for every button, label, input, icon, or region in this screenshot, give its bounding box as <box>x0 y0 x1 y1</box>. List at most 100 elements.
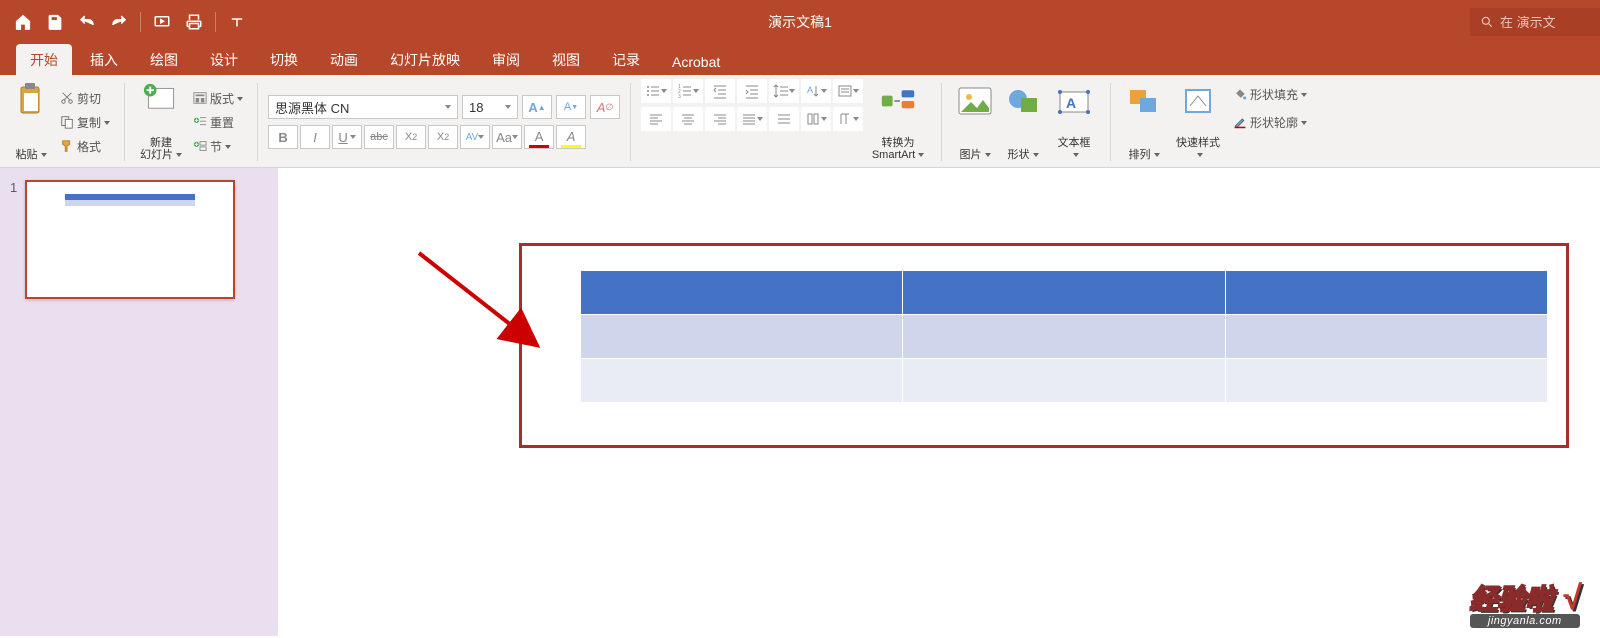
tab-draw[interactable]: 绘图 <box>136 44 192 75</box>
cut-button[interactable]: 剪切 <box>56 87 114 109</box>
shapes-icon <box>1005 81 1041 121</box>
home-icon[interactable] <box>8 7 38 37</box>
save-icon[interactable] <box>40 7 70 37</box>
tab-animation[interactable]: 动画 <box>316 44 372 75</box>
slide-thumbnail-panel[interactable]: 1 <box>0 168 278 636</box>
search-box[interactable]: 在 演示文 <box>1470 8 1600 36</box>
tab-transition[interactable]: 切换 <box>256 44 312 75</box>
slideshow-icon[interactable] <box>147 7 177 37</box>
tab-slideshow[interactable]: 幻灯片放映 <box>376 44 474 75</box>
tab-insert[interactable]: 插入 <box>76 44 132 75</box>
layout-button[interactable]: 版式 <box>189 87 247 109</box>
ribbon: 粘贴 剪切 复制 格式 <box>0 75 1600 168</box>
section-button[interactable]: 节 <box>189 135 247 157</box>
arrange-button[interactable]: 排列 <box>1121 79 1167 163</box>
svg-text:A: A <box>807 85 813 95</box>
document-title: 演示文稿1 <box>768 12 832 32</box>
group-paragraph: 123 A <box>641 79 931 165</box>
italic-button[interactable]: I <box>300 125 330 149</box>
format-painter-button[interactable]: 格式 <box>56 135 114 157</box>
shapes-button[interactable]: 形状 <box>1000 79 1046 163</box>
new-slide-button[interactable]: 新建 幻灯片 <box>135 79 187 163</box>
increase-indent-button[interactable] <box>737 79 767 103</box>
annotation-arrow <box>414 248 554 363</box>
char-spacing-button[interactable]: AV <box>460 125 490 149</box>
copy-icon <box>60 115 74 129</box>
font-name-select[interactable]: 思源黑体 CN <box>268 95 458 119</box>
textbox-button[interactable]: A 文本框 <box>1048 79 1100 163</box>
clear-format-button[interactable]: A∅ <box>590 95 620 119</box>
line-spacing-button[interactable] <box>769 79 799 103</box>
tab-acrobat[interactable]: Acrobat <box>658 48 734 75</box>
convert-smartart-button[interactable]: 转换为 SmartArt <box>865 79 931 163</box>
slide-thumbnail-1[interactable] <box>25 180 235 299</box>
align-right-button[interactable] <box>705 107 735 131</box>
svg-text:A: A <box>1066 95 1076 111</box>
slide-canvas-area[interactable] <box>278 168 1600 636</box>
tab-review[interactable]: 审阅 <box>478 44 534 75</box>
align-center-button[interactable] <box>673 107 703 131</box>
shape-outline-button[interactable]: 形状轮廓 <box>1229 111 1311 133</box>
tab-record[interactable]: 记录 <box>598 44 654 75</box>
align-text-button[interactable] <box>833 79 863 103</box>
thumbnail-number: 1 <box>10 180 17 299</box>
table-row <box>581 359 1548 403</box>
bucket-icon <box>1233 87 1247 101</box>
superscript-button[interactable]: X2 <box>396 125 426 149</box>
redo-icon[interactable] <box>104 7 134 37</box>
search-placeholder: 在 演示文 <box>1500 12 1556 31</box>
text-direction-button[interactable]: A <box>801 79 831 103</box>
slide-canvas[interactable] <box>324 178 1554 638</box>
print-icon[interactable] <box>179 7 209 37</box>
format-label: 格式 <box>77 138 101 155</box>
text-direction-rtl-button[interactable] <box>833 107 863 131</box>
font-color-button[interactable]: A <box>524 125 554 149</box>
picture-button[interactable]: 图片 <box>952 79 998 163</box>
arrange-label: 排列 <box>1129 149 1160 161</box>
quick-style-button[interactable]: 快速样式 <box>1169 79 1227 163</box>
inserted-table[interactable] <box>580 270 1548 403</box>
ribbon-tabs: 开始 插入 绘图 设计 切换 动画 幻灯片放映 审阅 视图 记录 Acrobat <box>0 43 1600 75</box>
change-case-button[interactable]: Aa <box>492 125 522 149</box>
layout-label: 版式 <box>210 90 243 107</box>
paste-button[interactable]: 粘贴 <box>8 79 54 163</box>
layout-icon <box>193 91 207 105</box>
shape-fill-button[interactable]: 形状填充 <box>1229 83 1311 105</box>
justify-button[interactable] <box>737 107 767 131</box>
picture-icon <box>957 81 993 121</box>
highlight-button[interactable]: A <box>556 125 586 149</box>
section-label: 节 <box>210 138 231 155</box>
distribute-button[interactable] <box>769 107 799 131</box>
bold-button[interactable]: B <box>268 125 298 149</box>
columns-button[interactable] <box>801 107 831 131</box>
shrink-font-button[interactable]: A▼ <box>556 95 586 119</box>
chevron-down-icon <box>505 105 511 109</box>
strike-button[interactable]: abc <box>364 125 394 149</box>
paste-label: 粘贴 <box>16 149 47 161</box>
tab-view[interactable]: 视图 <box>538 44 594 75</box>
customize-qat-icon[interactable] <box>222 7 252 37</box>
align-left-button[interactable] <box>641 107 671 131</box>
bullets-button[interactable] <box>641 79 671 103</box>
decrease-indent-button[interactable] <box>705 79 735 103</box>
smartart-icon <box>880 81 916 121</box>
tab-home[interactable]: 开始 <box>16 44 72 75</box>
reset-icon <box>193 115 207 129</box>
subscript-button[interactable]: X2 <box>428 125 458 149</box>
clipboard-icon <box>13 81 49 121</box>
underline-button[interactable]: U <box>332 125 362 149</box>
textbox-icon: A <box>1056 81 1092 121</box>
font-size-select[interactable]: 18 <box>462 95 518 119</box>
arrange-icon <box>1126 81 1162 121</box>
group-insert: 图片 形状 A 文本框 <box>952 79 1100 165</box>
tab-design[interactable]: 设计 <box>196 44 252 75</box>
grow-font-button[interactable]: A▲ <box>522 95 552 119</box>
group-slides: 新建 幻灯片 版式 重置 节 <box>135 79 247 165</box>
shape-fill-label: 形状填充 <box>1250 86 1307 103</box>
copy-button[interactable]: 复制 <box>56 111 114 133</box>
section-icon <box>193 139 207 153</box>
numbering-button[interactable]: 123 <box>673 79 703 103</box>
undo-icon[interactable] <box>72 7 102 37</box>
svg-text:3: 3 <box>678 94 681 99</box>
reset-button[interactable]: 重置 <box>189 111 247 133</box>
